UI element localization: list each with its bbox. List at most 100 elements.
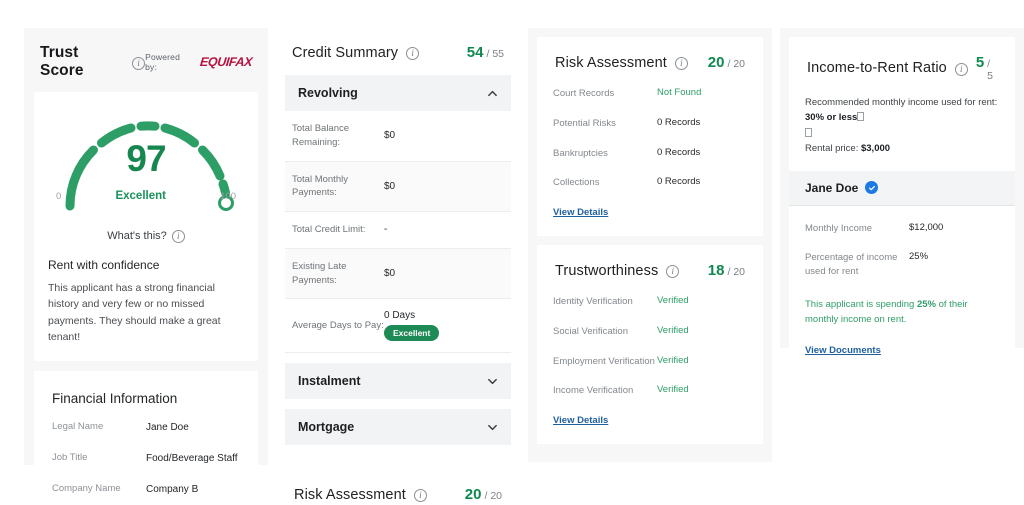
table-row: Job Title Food/Beverage Staff <box>52 451 240 466</box>
row-value: 0 Records <box>657 146 701 158</box>
info-icon[interactable] <box>413 489 427 503</box>
info-icon[interactable] <box>171 230 185 243</box>
page-title: Trust Score <box>40 44 84 79</box>
table-row: Court Records Not Found <box>553 87 747 101</box>
score-denominator: / 55 <box>486 48 504 60</box>
accordion-mortgage[interactable]: Mortgage <box>285 409 511 446</box>
table-row: Total Monthly Payments: $0 <box>285 161 511 213</box>
spending-summary: This applicant is spending 25% of their … <box>805 297 999 328</box>
score-value: 54 <box>466 44 484 61</box>
chevron-down-icon <box>488 424 497 430</box>
row-value: Verified <box>657 354 689 366</box>
view-details-link[interactable]: View Details <box>553 415 608 426</box>
trust-score-card: 97 0 Excellent 100 What's this? Rent wit… <box>34 92 258 362</box>
row-value: $0 <box>384 180 396 192</box>
recommended-income-label: Recommended monthly income used for rent… <box>805 97 998 108</box>
row-label: Social Verification <box>553 325 628 337</box>
gauge-min-label: 0 <box>56 190 62 202</box>
column-risk-trust: Risk Assessment 20 / 20 Court Records No… <box>528 28 772 505</box>
row-label: Job Title <box>52 452 88 464</box>
score-denominator: / 20 <box>484 490 502 503</box>
powered-by-label: Powered by: <box>145 52 181 72</box>
info-icon[interactable] <box>406 47 420 60</box>
table-row: Collections 0 Records <box>553 176 747 190</box>
table-row: Company Name Company B <box>52 482 240 497</box>
score-value: 20 <box>707 54 725 71</box>
row-value: $12,000 <box>909 221 944 233</box>
row-label: Collections <box>553 177 600 189</box>
table-row: Total Credit Limit: - <box>285 212 511 249</box>
info-icon[interactable] <box>666 265 680 279</box>
spending-prefix: This applicant is spending <box>805 298 915 310</box>
financial-information-card: Financial Information Legal Name Jane Do… <box>34 371 258 505</box>
table-row: Monthly Income $12,000 <box>805 222 999 236</box>
row-value: $0 <box>384 130 396 142</box>
trust-score-value: 97 <box>126 138 166 179</box>
accordion-revolving[interactable]: Revolving <box>285 75 511 111</box>
gauge-max-label: 100 <box>220 190 236 202</box>
trustworthiness-card: Trustworthiness 18 / 20 Identity Verific… <box>537 245 763 445</box>
table-row: Percentage of income used for rent 25% <box>805 251 999 279</box>
row-label: Percentage of income used for rent <box>805 252 898 278</box>
score-badge: 5 / 5 <box>976 54 997 82</box>
status-badge: Excellent <box>384 325 440 342</box>
income-to-rent-header: Income-to-Rent Ratio 5 / 5 <box>805 52 999 82</box>
row-label: Legal Name <box>52 421 104 433</box>
row-value: 0 Records <box>657 116 701 128</box>
table-row: Social Verification Verified <box>553 325 747 339</box>
row-value: 0 Days Excellent <box>384 310 440 342</box>
row-value: Verified <box>657 324 689 336</box>
row-label: Income Verification <box>553 385 634 397</box>
whats-this-link[interactable]: What's this? <box>48 229 244 243</box>
risk-trust-panel: Risk Assessment 20 / 20 Court Records No… <box>528 28 772 462</box>
revolving-rows: Total Balance Remaining: $0 Total Monthl… <box>285 111 511 354</box>
row-label: Court Records <box>553 88 615 99</box>
risk-assessment-card-bottom: Risk Assessment 20 / 20 <box>276 466 520 505</box>
section-title: Credit Summary <box>292 44 399 61</box>
column-credit-summary: Credit Summary 54 / 55 Revolving Tota <box>276 28 520 505</box>
row-label: Average Days to Pay: <box>292 319 384 331</box>
row-label: Identity Verification <box>553 296 633 308</box>
view-details-link[interactable]: View Details <box>553 207 608 218</box>
score-value: 18 <box>707 262 725 280</box>
info-icon[interactable] <box>954 62 968 76</box>
score-value: 5 <box>975 54 985 71</box>
income-to-rent-panel: Income-to-Rent Ratio 5 / 5 Recommended m… <box>780 28 1024 373</box>
chevron-down-icon <box>488 378 497 384</box>
column-income-to-rent: Income-to-Rent Ratio 5 / 5 Recommended m… <box>780 28 1024 505</box>
trust-score-rating: Excellent <box>115 190 166 202</box>
row-label: Employment Verification <box>553 355 655 367</box>
info-icon[interactable] <box>674 57 688 70</box>
income-to-rent-card: Income-to-Rent Ratio 5 / 5 Recommended m… <box>789 37 1015 373</box>
table-row: Employment Verification Verified <box>553 355 747 369</box>
powered-by: Powered by: EQUIFAX <box>145 52 253 72</box>
credit-summary-card: Credit Summary 54 / 55 Revolving Tota <box>276 28 520 458</box>
rent-confidence-headline: Rent with confidence <box>48 258 160 272</box>
view-documents-link[interactable]: View Documents <box>805 345 881 356</box>
gauge-scale: 0 Excellent 100 <box>56 190 236 202</box>
info-icon[interactable] <box>132 56 146 70</box>
score-badge: 20 / 20 <box>465 486 502 503</box>
table-row: Potential Risks 0 Records <box>553 117 747 131</box>
accordion-label: Revolving <box>298 86 358 100</box>
row-label: Bankruptcies <box>553 147 608 159</box>
accordion-instalment[interactable]: Instalment <box>285 363 511 400</box>
rental-price-label: Rental price: <box>805 143 859 155</box>
columns-container: Trust Score Powered by: EQUIFAX <box>0 0 1024 505</box>
accordion-label: Mortgage <box>298 420 355 435</box>
row-value: Company B <box>146 484 199 496</box>
column-trust-score: Trust Score Powered by: EQUIFAX <box>24 28 268 505</box>
row-value: Verified <box>657 384 689 396</box>
row-value: Jane Doe <box>146 422 189 434</box>
trustworthiness-header: Trustworthiness 18 / 20 <box>553 260 747 279</box>
table-row: Identity Verification Verified <box>553 295 747 309</box>
section-title: Risk Assessment <box>294 486 406 503</box>
score-value: 20 <box>464 486 482 504</box>
risk-assessment-header: Risk Assessment 20 / 20 <box>553 52 747 71</box>
row-value: $0 <box>384 268 396 280</box>
score-denominator: / 20 <box>727 266 745 279</box>
missing-glyph-icon <box>805 127 812 137</box>
report-page: Trust Score Powered by: EQUIFAX <box>0 0 1024 505</box>
row-label: Potential Risks <box>553 117 616 129</box>
score-badge: 18 / 20 <box>708 262 745 279</box>
